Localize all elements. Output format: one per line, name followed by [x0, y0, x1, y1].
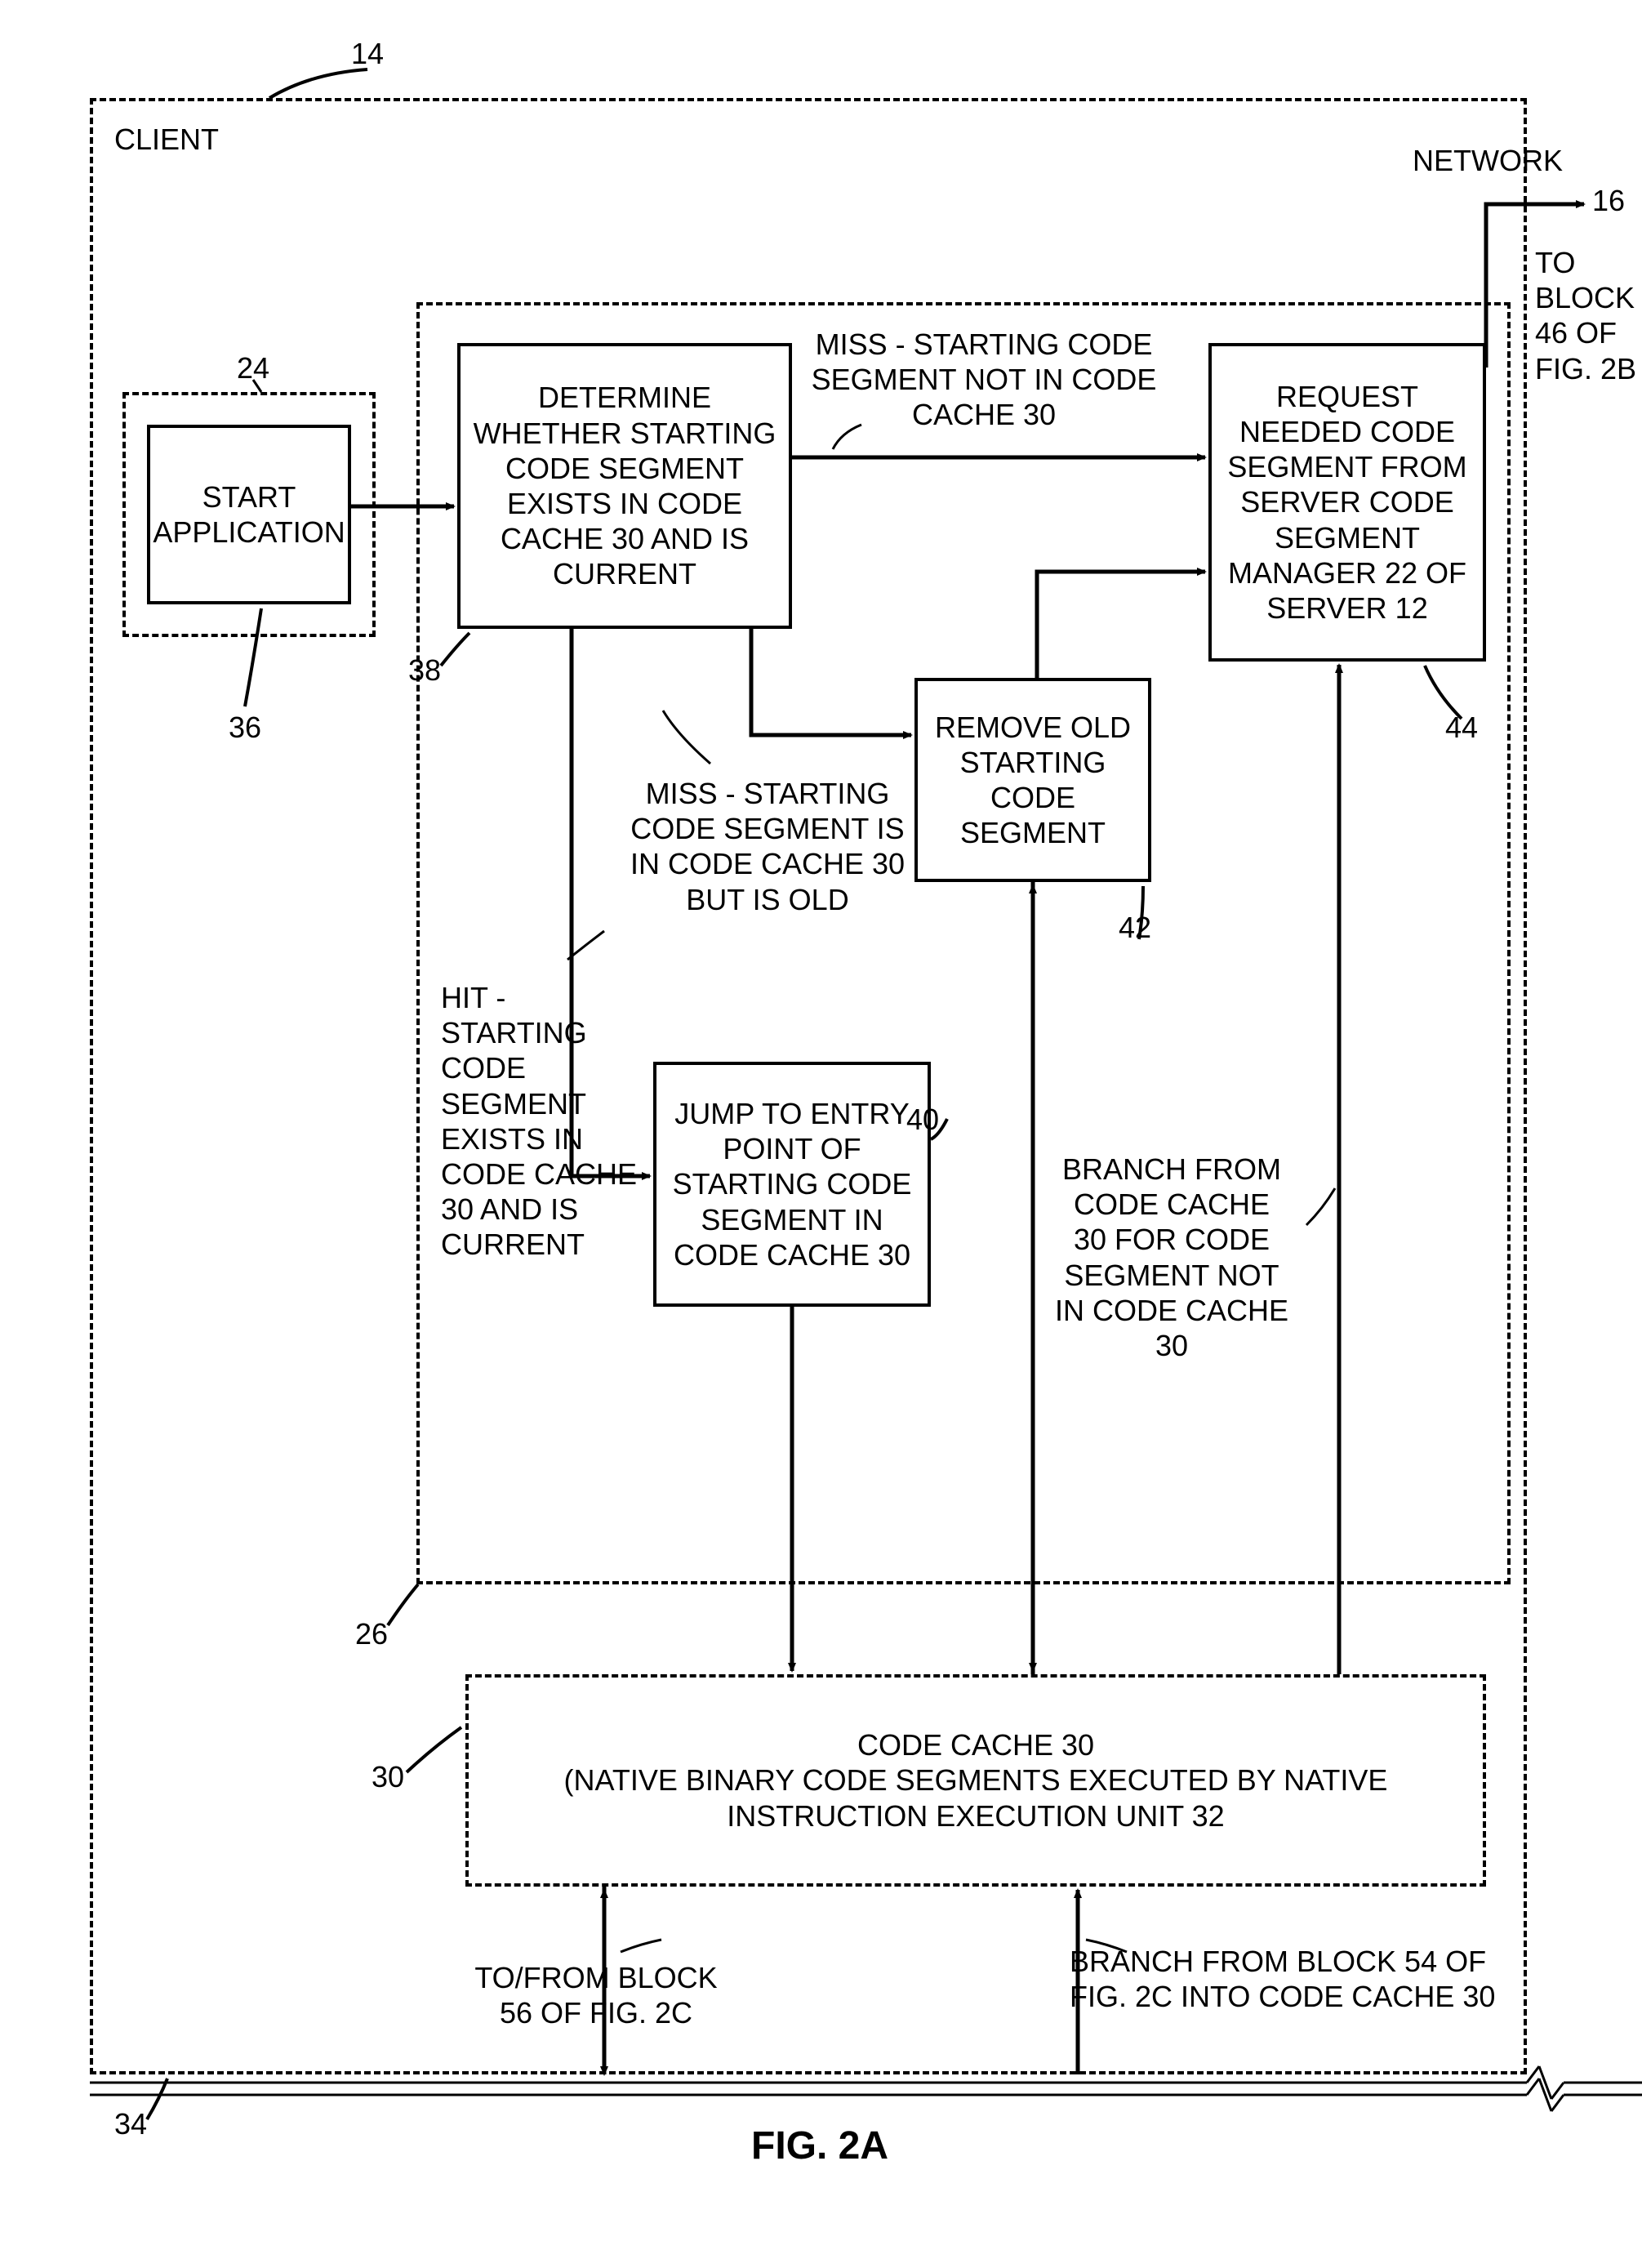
- ref-40: 40: [906, 1103, 939, 1137]
- ref-42: 42: [1119, 911, 1151, 945]
- miss-old-label: MISS - STARTING CODE SEGMENT IS IN CODE …: [629, 776, 906, 917]
- to-block-46-label: TO BLOCK 46 OF FIG. 2B: [1535, 245, 1642, 386]
- hit-label: HIT - STARTING CODE SEGMENT EXISTS IN CO…: [441, 980, 653, 1263]
- jump-box: JUMP TO ENTRY POINT OF STARTING CODE SEG…: [653, 1062, 931, 1307]
- ref-26: 26: [355, 1617, 388, 1651]
- ref-38: 38: [408, 653, 441, 688]
- client-title: CLIENT: [114, 123, 219, 157]
- remove-text: REMOVE OLD STARTING CODE SEGMENT: [928, 710, 1138, 851]
- determine-box: DETERMINE WHETHER STARTING CODE SEGMENT …: [457, 343, 792, 629]
- to-from-56-label: TO/FROM BLOCK 56 OF FIG. 2C: [474, 1960, 719, 2030]
- code-cache-box: CODE CACHE 30 (NATIVE BINARY CODE SEGMEN…: [465, 1674, 1486, 1887]
- network-label: NETWORK: [1413, 143, 1560, 178]
- request-box: REQUEST NEEDED CODE SEGMENT FROM SERVER …: [1208, 343, 1486, 662]
- figure-label: FIG. 2A: [751, 2123, 888, 2168]
- ref-14: 14: [351, 37, 384, 71]
- ref-16: 16: [1592, 184, 1625, 218]
- remove-box: REMOVE OLD STARTING CODE SEGMENT: [914, 678, 1151, 882]
- branch-from-54-label: BRANCH FROM BLOCK 54 OF FIG. 2C INTO COD…: [1070, 1944, 1511, 2014]
- ref-30: 30: [372, 1760, 404, 1794]
- branch-not-in-label: BRANCH FROM CODE CACHE 30 FOR CODE SEGME…: [1053, 1152, 1290, 1363]
- ref-36: 36: [229, 711, 261, 745]
- ref-34: 34: [114, 2107, 147, 2141]
- start-application-box: START APPLICATION: [147, 425, 351, 604]
- miss-not-in-label: MISS - STARTING CODE SEGMENT NOT IN CODE…: [808, 327, 1159, 433]
- request-text: REQUEST NEEDED CODE SEGMENT FROM SERVER …: [1221, 379, 1473, 626]
- determine-text: DETERMINE WHETHER STARTING CODE SEGMENT …: [470, 380, 779, 591]
- ref-44: 44: [1445, 711, 1478, 745]
- start-application-text: START APPLICATION: [153, 479, 345, 550]
- ref-24: 24: [237, 351, 269, 385]
- code-cache-text: CODE CACHE 30 (NATIVE BINARY CODE SEGMEN…: [478, 1727, 1473, 1834]
- jump-text: JUMP TO ENTRY POINT OF STARTING CODE SEG…: [666, 1096, 918, 1272]
